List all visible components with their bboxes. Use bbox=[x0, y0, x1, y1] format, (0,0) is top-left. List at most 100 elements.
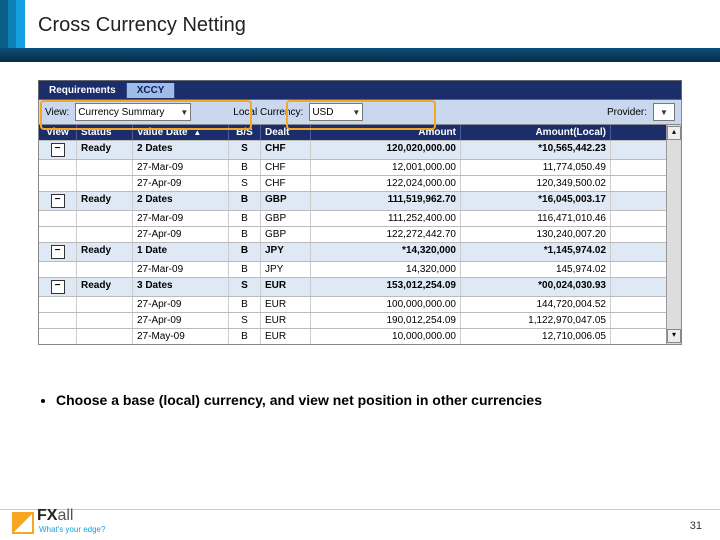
cell-date: 27-May-09 bbox=[133, 329, 229, 344]
local-currency-label: Local Currency: bbox=[233, 107, 303, 118]
view-select[interactable]: Currency Summary ▼ bbox=[75, 103, 191, 121]
cell-dealt: CHF bbox=[261, 176, 311, 191]
local-currency-select[interactable]: USD ▼ bbox=[309, 103, 363, 121]
cell-status bbox=[77, 160, 133, 175]
cell-dealt: EUR bbox=[261, 329, 311, 344]
table-row: −Ready3 DatesSEUR153,012,254.09*00,024,0… bbox=[39, 277, 666, 296]
cell-amount-local: 120,349,500.02 bbox=[461, 176, 611, 191]
cell-amount: 12,001,000.00 bbox=[311, 160, 461, 175]
cell-status bbox=[77, 211, 133, 226]
cell-status: Ready bbox=[77, 192, 133, 210]
bullet-item: Choose a base (local) currency, and view… bbox=[56, 392, 690, 408]
page-number: 31 bbox=[690, 520, 702, 532]
view-label: View: bbox=[45, 107, 69, 118]
table-row: −Ready2 DatesBGBP111,519,962.70*16,045,0… bbox=[39, 191, 666, 210]
cell-amount: *14,320,000 bbox=[311, 243, 461, 261]
cell-dealt: GBP bbox=[261, 211, 311, 226]
cell-dealt: EUR bbox=[261, 297, 311, 312]
cell-amount-local: *1,145,974.02 bbox=[461, 243, 611, 261]
cell-amount-local: 12,710,006.05 bbox=[461, 329, 611, 344]
cell-date: 1 Date bbox=[133, 243, 229, 261]
brand-mark-icon bbox=[12, 512, 34, 534]
cell-amount: 120,020,000.00 bbox=[311, 141, 461, 159]
expand-toggle-icon[interactable]: − bbox=[51, 245, 65, 259]
cell-amount: 10,000,000.00 bbox=[311, 329, 461, 344]
cell-amount-local: 116,471,010.46 bbox=[461, 211, 611, 226]
local-currency-value: USD bbox=[312, 107, 333, 118]
cell-date: 27-Mar-09 bbox=[133, 211, 229, 226]
cell-status bbox=[77, 227, 133, 242]
cell-date: 3 Dates bbox=[133, 278, 229, 296]
chevron-down-icon: ▼ bbox=[348, 108, 360, 117]
cell-amount: 111,252,400.00 bbox=[311, 211, 461, 226]
cell-bs: B bbox=[229, 262, 261, 277]
cell-amount-local: 144,720,004.52 bbox=[461, 297, 611, 312]
cell-bs: B bbox=[229, 329, 261, 344]
cell-view bbox=[39, 313, 77, 328]
cell-amount: 153,012,254.09 bbox=[311, 278, 461, 296]
cell-amount: 14,320,000 bbox=[311, 262, 461, 277]
table-row: 27-Apr-09BGBP122,272,442.70130,240,007.2… bbox=[39, 226, 666, 242]
cell-status: Ready bbox=[77, 141, 133, 159]
app-window: Requirements XCCY View: Currency Summary… bbox=[38, 80, 682, 345]
cell-amount: 100,000,000.00 bbox=[311, 297, 461, 312]
cell-amount: 111,519,962.70 bbox=[311, 192, 461, 210]
cell-status bbox=[77, 329, 133, 344]
cell-view: − bbox=[39, 243, 77, 261]
tab-xccy[interactable]: XCCY bbox=[127, 83, 176, 98]
col-value-date[interactable]: Value Date ▲ bbox=[133, 125, 229, 140]
cell-bs: S bbox=[229, 141, 261, 159]
expand-toggle-icon[interactable]: − bbox=[51, 280, 65, 294]
cell-dealt: JPY bbox=[261, 262, 311, 277]
cell-dealt: EUR bbox=[261, 278, 311, 296]
table-row: −Ready2 DatesSCHF120,020,000.00*10,565,4… bbox=[39, 140, 666, 159]
col-amount[interactable]: Amount bbox=[311, 125, 461, 140]
cell-view bbox=[39, 160, 77, 175]
expand-toggle-icon[interactable]: − bbox=[51, 143, 65, 157]
filter-bar: View: Currency Summary ▼ Local Currency:… bbox=[38, 100, 682, 125]
expand-toggle-icon[interactable]: − bbox=[51, 194, 65, 208]
brand-logo: FXall What's your edge? bbox=[12, 507, 105, 534]
table-row: 27-Apr-09SEUR190,012,254.091,122,970,047… bbox=[39, 312, 666, 328]
cell-amount-local: 1,122,970,047.05 bbox=[461, 313, 611, 328]
cell-view: − bbox=[39, 192, 77, 210]
slide-title: Cross Currency Netting bbox=[38, 14, 246, 37]
footer: FXall What's your edge? bbox=[12, 507, 105, 534]
cell-date: 2 Dates bbox=[133, 141, 229, 159]
cell-view bbox=[39, 329, 77, 344]
brand-name: FXall bbox=[37, 507, 105, 525]
cell-status: Ready bbox=[77, 243, 133, 261]
cell-dealt: CHF bbox=[261, 160, 311, 175]
scroll-up-icon[interactable]: ▴ bbox=[667, 126, 681, 140]
scroll-down-icon[interactable]: ▾ bbox=[667, 329, 681, 343]
cell-status bbox=[77, 313, 133, 328]
footer-divider bbox=[0, 509, 720, 510]
vertical-scrollbar[interactable]: ▴ ▾ bbox=[666, 125, 681, 344]
cell-bs: S bbox=[229, 176, 261, 191]
cell-view bbox=[39, 227, 77, 242]
provider-select[interactable]: ▼ bbox=[653, 103, 675, 121]
col-dealt[interactable]: Dealt bbox=[261, 125, 311, 140]
col-bs[interactable]: B/S bbox=[229, 125, 261, 140]
tab-requirements[interactable]: Requirements bbox=[39, 83, 127, 98]
provider-label: Provider: bbox=[607, 107, 647, 118]
cell-bs: B bbox=[229, 211, 261, 226]
cell-view bbox=[39, 262, 77, 277]
cell-status bbox=[77, 262, 133, 277]
cell-amount-local: *00,024,030.93 bbox=[461, 278, 611, 296]
table-row: 27-Apr-09BEUR100,000,000.00144,720,004.5… bbox=[39, 296, 666, 312]
cell-bs: S bbox=[229, 278, 261, 296]
title-underline bbox=[0, 48, 720, 62]
col-amount-local[interactable]: Amount(Local) bbox=[461, 125, 611, 140]
cell-view bbox=[39, 211, 77, 226]
cell-date: 2 Dates bbox=[133, 192, 229, 210]
cell-bs: B bbox=[229, 297, 261, 312]
col-view[interactable]: View bbox=[39, 125, 77, 140]
table-row: 27-May-09BEUR10,000,000.0012,710,006.05 bbox=[39, 328, 666, 344]
cell-dealt: EUR bbox=[261, 313, 311, 328]
table-row: 27-Mar-09BJPY14,320,000145,974.02 bbox=[39, 261, 666, 277]
cell-view bbox=[39, 297, 77, 312]
cell-amount: 122,024,000.00 bbox=[311, 176, 461, 191]
col-status[interactable]: Status bbox=[77, 125, 133, 140]
cell-amount-local: 130,240,007.20 bbox=[461, 227, 611, 242]
